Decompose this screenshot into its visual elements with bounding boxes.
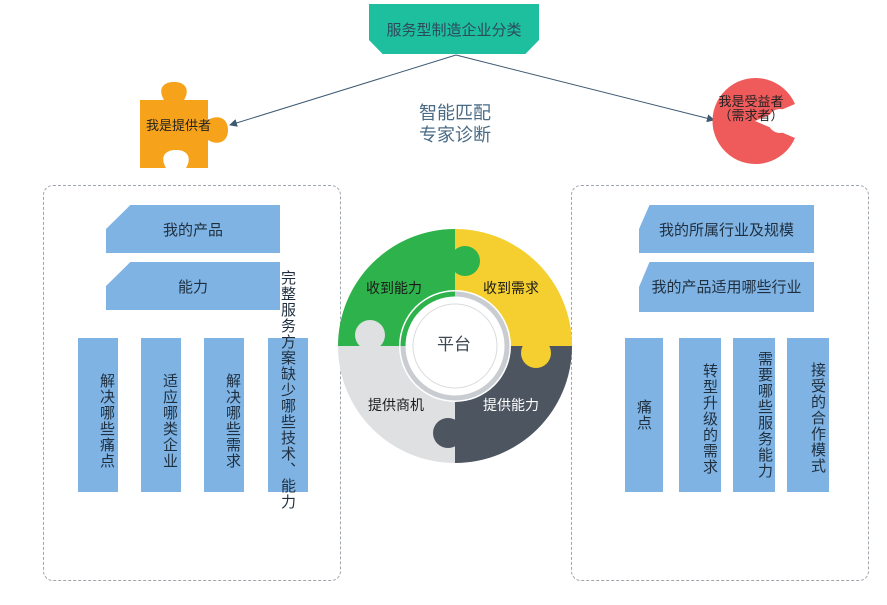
left-column-enterprise-types: 适应哪类企业 (141, 338, 181, 492)
category-title-box: 服务型制造企业分类 (369, 4, 539, 54)
left-column-needs: 解决哪些需求 (204, 338, 244, 492)
wheel-label-receive-capability: 收到能力 (366, 281, 422, 297)
industry-scale-bar: 我的所属行业及规模 (639, 205, 814, 253)
puzzle-tab-yellow (521, 338, 551, 368)
right-column-service-capability: 需要哪些服务能力 (733, 338, 775, 492)
wheel-label-receive-demand: 收到需求 (483, 281, 539, 297)
smart-match-line: 智能匹配 (419, 103, 491, 124)
smart-match-text: 智能匹配 专家诊断 (395, 103, 515, 147)
category-title: 服务型制造企业分类 (386, 20, 522, 39)
puzzle-tab-gray (355, 320, 385, 350)
platform-label: 平台 (437, 335, 471, 355)
left-column-pain-points: 解决哪些痛点 (78, 338, 118, 492)
applicable-industries-bar: 我的产品适用哪些行业 (639, 262, 814, 312)
right-column-pain-points: 痛点 (625, 338, 663, 492)
puzzle-tab-green (450, 246, 480, 276)
capability-bar: 能力 (106, 262, 280, 310)
wheel-label-provide-capability: 提供能力 (483, 398, 539, 414)
expert-diagnosis-line: 专家诊断 (419, 125, 491, 146)
puzzle-tab-dark (433, 418, 463, 448)
right-column-transformation: 转型升级的需求 (679, 338, 721, 492)
my-product-bar: 我的产品 (106, 205, 280, 253)
provider-label: 我是提供者 (146, 119, 212, 134)
receiver-label: 我是受益者（需求者） (718, 95, 784, 124)
wheel-label-provide-opportunity: 提供商机 (368, 398, 424, 414)
right-column-cooperation-mode: 接受的合作模式 (787, 338, 829, 492)
left-column-service-gap: 完整服务方案缺少哪些技术、能力 (279, 270, 297, 510)
